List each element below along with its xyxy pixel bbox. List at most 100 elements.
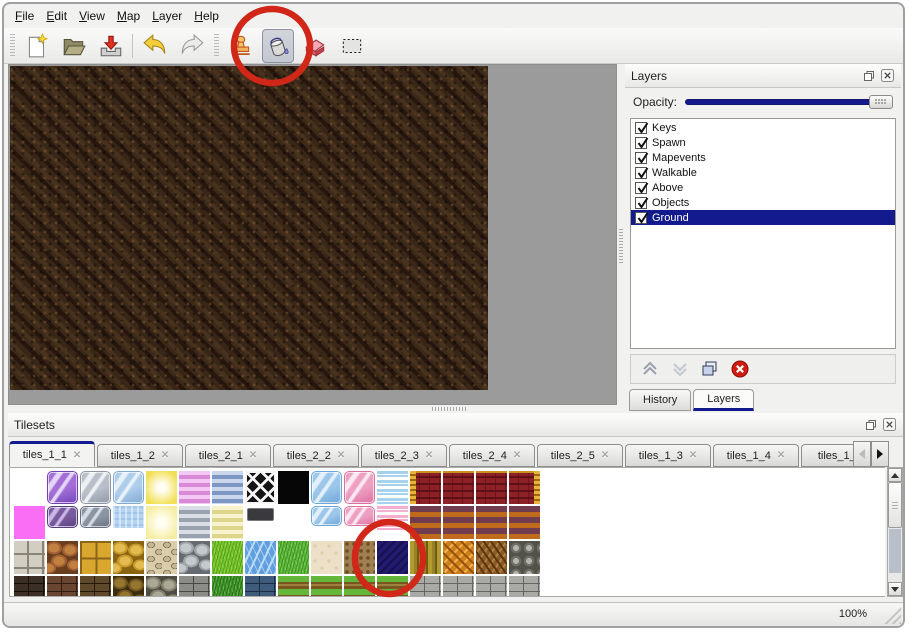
layer-row-above[interactable]: Above (631, 180, 895, 195)
palette-tile-light-gray-brick2[interactable] (443, 576, 474, 597)
stamp-tool-button[interactable] (225, 31, 257, 61)
layer-row-mapevents[interactable]: Mapevents (631, 150, 895, 165)
eraser-tool-button[interactable] (299, 31, 331, 61)
layer-visibility-checkbox[interactable] (635, 137, 647, 149)
scroll-up-button[interactable] (888, 468, 902, 482)
new-map-button[interactable] (21, 31, 53, 61)
palette-tile-light-gray-brick4[interactable] (509, 576, 540, 597)
palette-tile-herringbone[interactable] (476, 541, 507, 574)
close-tab-icon[interactable]: ✕ (513, 450, 521, 461)
scrollbar-track[interactable] (889, 529, 901, 573)
palette-tile-sky-glass[interactable] (311, 471, 342, 504)
undo-button[interactable] (139, 31, 171, 61)
horizontal-splitter[interactable] (4, 405, 903, 413)
map-canvas[interactable] (10, 66, 488, 390)
tileset-tab-tiles_2_3[interactable]: tiles_2_3✕ (361, 444, 447, 467)
palette-tile-gray-stone-wall[interactable] (146, 576, 177, 597)
palette-tile-farm-rows[interactable] (278, 576, 309, 597)
float-panel-button[interactable] (861, 68, 876, 83)
palette-tile-sky-glass-small[interactable] (311, 506, 342, 539)
palette-tile-farm-rows3[interactable] (344, 576, 375, 597)
close-tab-icon[interactable]: ✕ (425, 450, 433, 461)
scroll-tabs-left-button[interactable] (853, 441, 871, 467)
palette-tile-dark-purple-glass[interactable] (47, 506, 78, 539)
float-tilesets-button[interactable] (863, 417, 878, 432)
tileset-tab-tiles_2_2[interactable]: tiles_2_2✕ (273, 444, 359, 467)
palette-tile-yellow-stripes[interactable] (212, 506, 243, 539)
layer-row-keys[interactable]: Keys (631, 120, 895, 135)
palette-tile-stone-path[interactable] (14, 541, 45, 574)
palette-tile-purple-glass[interactable] (47, 471, 78, 504)
tileset-tab-tiles_1_4[interactable]: tiles_1_4✕ (713, 444, 799, 467)
layer-visibility-checkbox[interactable] (635, 212, 647, 224)
raise-layer-button[interactable] (637, 358, 663, 380)
palette-tile-tan-pebbles[interactable] (146, 541, 177, 574)
close-panel-button[interactable] (880, 68, 895, 83)
tileset-tab-tiles_1_1[interactable]: tiles_1_1✕ (9, 441, 95, 467)
palette-tile-blue-stripes[interactable] (212, 471, 243, 504)
palette-tile-orange-cobble[interactable] (47, 541, 78, 574)
palette-tile-orange-wall2[interactable] (443, 506, 474, 539)
save-map-button[interactable] (95, 31, 127, 61)
close-tab-icon[interactable]: ✕ (601, 450, 609, 461)
palette-tile-gray-glass[interactable] (80, 471, 111, 504)
palette-tile-empty[interactable] (14, 471, 45, 504)
tileset-tab-tiles_2_1[interactable]: tiles_2_1✕ (185, 444, 271, 467)
rect-select-tool-button[interactable] (336, 31, 368, 61)
layer-visibility-checkbox[interactable] (635, 197, 647, 209)
layer-row-ground[interactable]: Ground (631, 210, 895, 225)
palette-tile-empty2[interactable] (278, 506, 309, 539)
tileset-tab-tiles_1_2[interactable]: tiles_1_2✕ (97, 444, 183, 467)
palette-tile-light-gray-brick[interactable] (410, 576, 441, 597)
layer-visibility-checkbox[interactable] (635, 122, 647, 134)
palette-tile-basket-weave[interactable] (443, 541, 474, 574)
map-viewport[interactable] (8, 64, 617, 405)
toolbar-drag-handle[interactable] (8, 34, 16, 58)
close-tab-icon[interactable]: ✕ (249, 450, 257, 461)
palette-tile-navy-dark[interactable] (377, 541, 408, 574)
redo-button[interactable] (176, 31, 208, 61)
vertical-splitter[interactable] (617, 64, 625, 405)
palette-tile-pale-yellow-glow[interactable] (146, 506, 177, 539)
close-tab-icon[interactable]: ✕ (689, 450, 697, 461)
duplicate-layer-button[interactable] (697, 358, 723, 380)
layer-visibility-checkbox[interactable] (635, 167, 647, 179)
palette-tile-orange-wall4[interactable] (509, 506, 540, 539)
menu-map[interactable]: Map (112, 6, 145, 26)
scroll-down-button[interactable] (888, 582, 902, 596)
palette-tile-gold-cracked[interactable] (113, 541, 144, 574)
palette-tile-red-brick-pillar-right[interactable] (509, 471, 540, 504)
menu-view[interactable]: View (74, 6, 110, 26)
palette-tile-dark-brick[interactable] (14, 576, 45, 597)
palette-tile-pink-glass[interactable] (344, 471, 375, 504)
palette-tile-metal-plate[interactable] (245, 506, 276, 539)
palette-tile-orange-wall[interactable] (410, 506, 441, 539)
palette-tile-hedge[interactable] (212, 576, 243, 597)
scrollbar-thumb[interactable] (888, 482, 902, 528)
palette-tile-gold-stone-wall[interactable] (113, 576, 144, 597)
palette-tile-water-shimmer[interactable] (113, 506, 144, 539)
palette-tile-violet-stripes[interactable] (179, 471, 210, 504)
palette-tile-blue-shred[interactable] (377, 471, 408, 504)
open-map-button[interactable] (58, 31, 90, 61)
tileset-tab-tiles_2_5[interactable]: tiles_2_5✕ (537, 444, 623, 467)
layer-row-walkable[interactable]: Walkable (631, 165, 895, 180)
palette-tile-pink-shred[interactable] (377, 506, 408, 539)
palette-tile-tilled-soil[interactable] (344, 541, 375, 574)
palette-tile-tan-brick[interactable] (80, 576, 111, 597)
palette-tile-log-ends[interactable] (509, 541, 540, 574)
palette-tile-dark-gray-glass[interactable] (80, 506, 111, 539)
tileset-tab-tiles_2_4[interactable]: tiles_2_4✕ (449, 444, 535, 467)
layer-visibility-checkbox[interactable] (635, 152, 647, 164)
tileset-tab-tiles_1_3[interactable]: tiles_1_3✕ (625, 444, 711, 467)
layer-row-objects[interactable]: Objects (631, 195, 895, 210)
menu-file[interactable]: File (10, 6, 39, 26)
lower-layer-button[interactable] (667, 358, 693, 380)
palette-tile-farm-rows4[interactable] (377, 576, 408, 597)
close-tab-icon[interactable]: ✕ (73, 450, 81, 461)
palette-tile-red-brick2[interactable] (476, 471, 507, 504)
palette-tile-gray-stripes[interactable] (179, 506, 210, 539)
palette-tile-magenta[interactable] (14, 506, 45, 539)
palette-scrollbar[interactable] (887, 467, 903, 597)
palette-tile-gray-brick-wall[interactable] (179, 576, 210, 597)
